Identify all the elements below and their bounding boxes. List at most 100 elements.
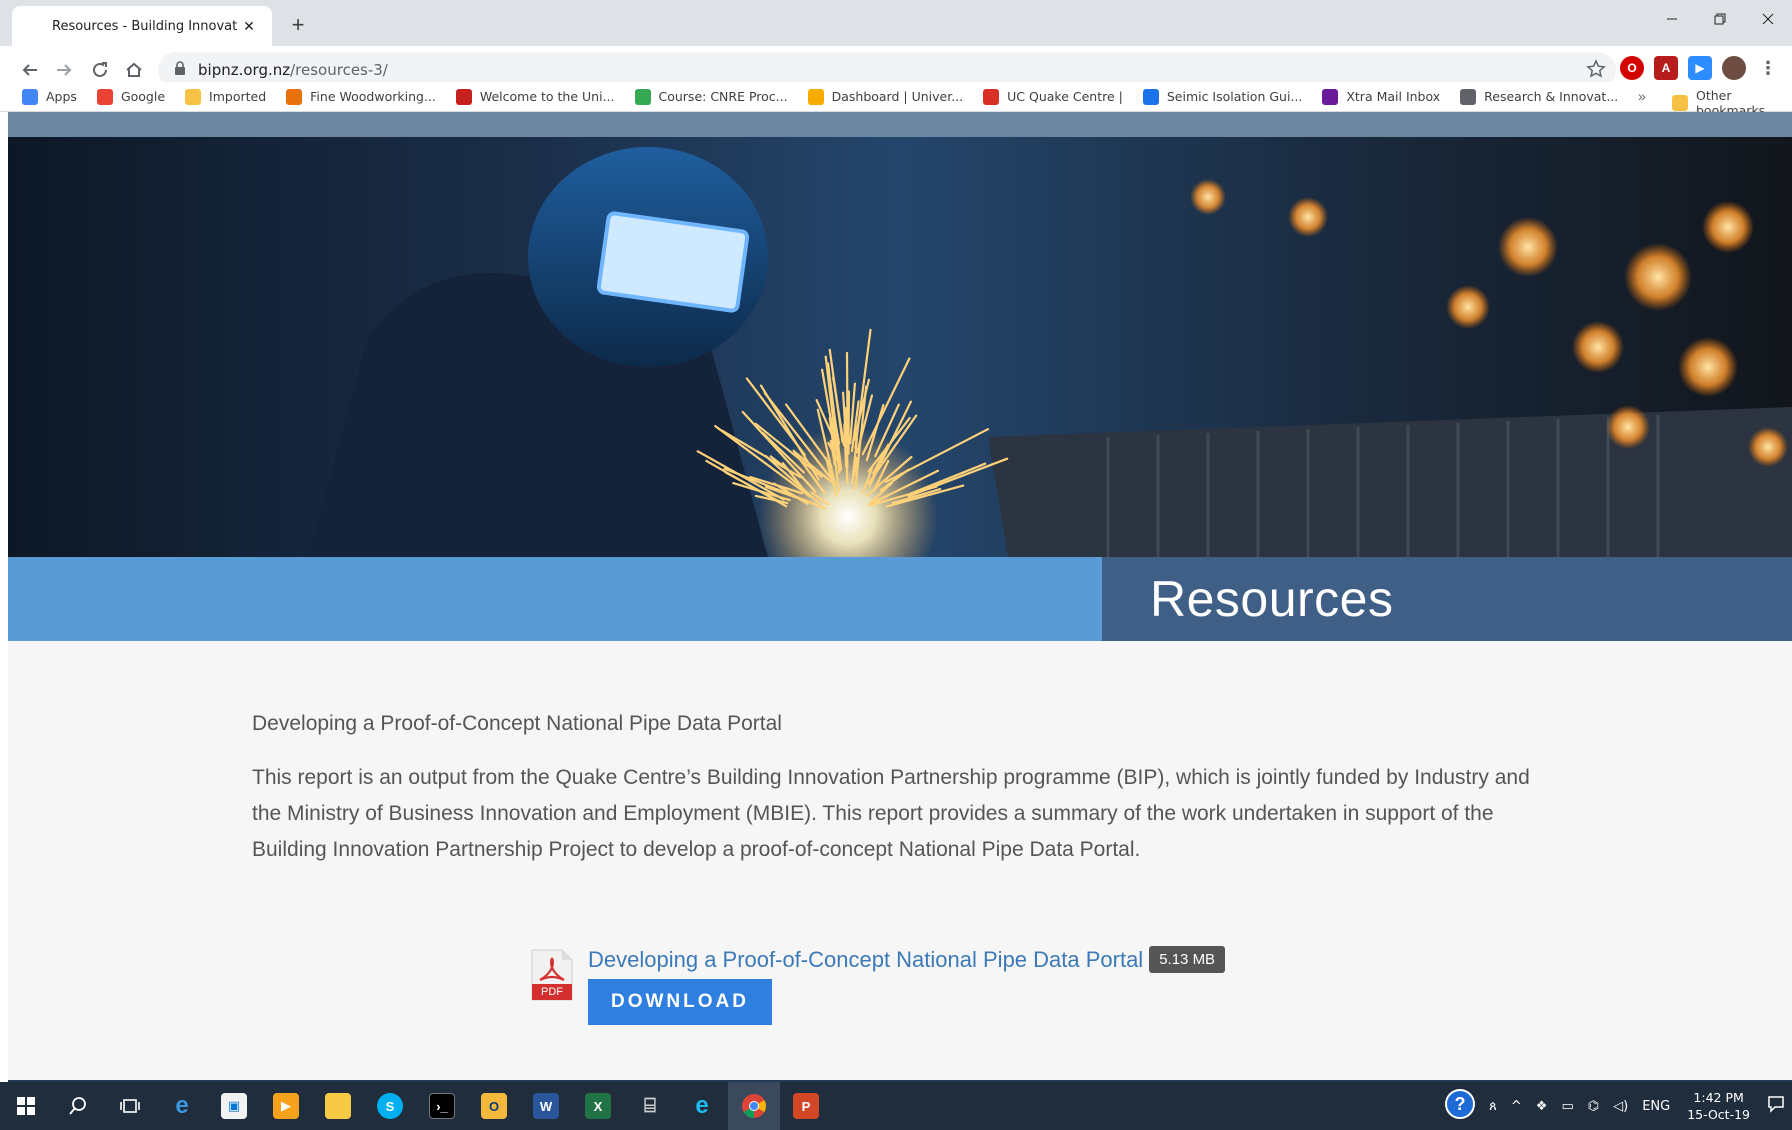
bookmark-favicon-icon: [455, 88, 472, 105]
banner-title-box: Resources: [1102, 557, 1792, 641]
skype-icon[interactable]: S: [364, 1082, 416, 1130]
download-file-link[interactable]: Developing a Proof-of-Concept National P…: [588, 947, 1143, 973]
bookmark-label: Welcome to the Uni...: [479, 89, 615, 104]
new-tab-button[interactable]: +: [284, 11, 312, 39]
restore-icon[interactable]: [1696, 4, 1744, 34]
bookmark-favicon-icon: [1322, 88, 1339, 105]
bookmark-label: Dashboard | Univer...: [831, 89, 964, 104]
home-icon[interactable]: [120, 56, 148, 84]
resource-content: Developing a Proof-of-Concept National P…: [252, 712, 1552, 868]
bookmark-favicon-icon: [634, 88, 651, 105]
banner-strip: [8, 557, 1102, 641]
notifications-icon[interactable]: [1767, 1095, 1785, 1117]
chrome-icon[interactable]: [728, 1082, 780, 1130]
bookmark-item[interactable]: Seimic Isolation Gui...: [1142, 88, 1303, 105]
terminal-icon[interactable]: ›_: [416, 1082, 468, 1130]
bookmark-favicon-icon: [185, 88, 202, 105]
bookmark-item[interactable]: Dashboard | Univer...: [807, 88, 964, 105]
menu-kebab-icon[interactable]: ⋮: [1756, 56, 1780, 80]
browser-tabstrip: Resources - Building Innovation P ✕ +: [0, 0, 1792, 46]
bookmark-label: Apps: [46, 89, 77, 104]
tab-favicon-icon: [26, 18, 42, 34]
download-item: PDF Developing a Proof-of-Concept Nation…: [530, 946, 1226, 1025]
bookmark-item[interactable]: Xtra Mail Inbox: [1322, 88, 1441, 105]
url-host: bipnz.org.nz: [198, 61, 291, 79]
word-icon[interactable]: W: [520, 1082, 572, 1130]
file-size-badge: 5.13 MB: [1149, 946, 1226, 973]
help-icon[interactable]: ?: [1445, 1089, 1476, 1123]
bookmark-label: UC Quake Centre |: [1007, 89, 1123, 104]
store-icon[interactable]: ▣: [208, 1082, 260, 1130]
reload-icon[interactable]: [86, 56, 114, 84]
bookmark-favicon-icon: [1460, 88, 1477, 105]
browser-tab-active[interactable]: Resources - Building Innovation P ✕: [12, 6, 272, 46]
chevron-up-icon[interactable]: ^: [1511, 1099, 1522, 1114]
hero-image-welder: [8, 137, 1792, 557]
bookmarks-overflow-icon[interactable]: »: [1638, 88, 1646, 104]
bookmark-label: Xtra Mail Inbox: [1346, 89, 1441, 104]
volume-icon[interactable]: ◁): [1613, 1099, 1628, 1114]
bookmark-label: Imported: [209, 89, 267, 104]
download-details: Developing a Proof-of-Concept National P…: [588, 946, 1226, 1025]
acrobat-extension-icon[interactable]: A: [1654, 56, 1678, 80]
file-explorer-icon[interactable]: [312, 1082, 364, 1130]
task-view-icon[interactable]: [104, 1082, 156, 1130]
system-clock[interactable]: 1:42 PM 15-Oct-19: [1687, 1089, 1750, 1123]
back-icon[interactable]: [16, 56, 44, 84]
outlook-icon[interactable]: O: [468, 1082, 520, 1130]
lock-icon: [174, 60, 186, 80]
edge-browser-icon[interactable]: e: [156, 1082, 208, 1130]
bookmark-favicon-icon: [807, 88, 824, 105]
url-path: /resources-3/: [290, 61, 388, 79]
profile-avatar-icon[interactable]: [1722, 56, 1746, 80]
people-icon[interactable]: ጰ: [1489, 1099, 1497, 1114]
window-controls: [1648, 4, 1792, 34]
bookmark-label: Seimic Isolation Gui...: [1166, 89, 1303, 104]
excel-icon[interactable]: X: [572, 1082, 624, 1130]
extension-icons: O A ▶ ⋮: [1620, 56, 1780, 80]
battery-icon[interactable]: ▭: [1561, 1099, 1573, 1114]
minimize-icon[interactable]: [1648, 4, 1696, 34]
bookmark-item[interactable]: Course: CNRE Proc...: [634, 88, 788, 105]
bookmark-favicon-icon: [22, 88, 38, 105]
bookmark-item[interactable]: Google: [96, 88, 165, 105]
bookmark-item[interactable]: UC Quake Centre |: [983, 88, 1123, 105]
bookmark-item[interactable]: Research & Innovat...: [1460, 88, 1619, 105]
bookmark-star-icon[interactable]: [1586, 59, 1606, 84]
system-tray: ? ጰ ^ ❖ ▭ ⌬ ◁) ENG 1:42 PM 15-Oct-19: [1438, 1082, 1792, 1130]
bookmark-item[interactable]: Imported: [185, 88, 267, 105]
download-title-row: Developing a Proof-of-Concept National P…: [588, 946, 1226, 973]
search-icon[interactable]: [52, 1082, 104, 1130]
clock-time: 1:42 PM: [1693, 1090, 1744, 1105]
bookmark-item[interactable]: Welcome to the Uni...: [455, 88, 615, 105]
download-button[interactable]: DOWNLOAD: [588, 979, 772, 1025]
bookmark-favicon-icon: [286, 88, 303, 105]
bookmarks-bar: Apps Google Imported Fine Woodworking... Wel…: [0, 82, 1792, 118]
bookmark-label: Research & Innovat...: [1484, 89, 1619, 104]
tab-close-icon[interactable]: ✕: [238, 15, 260, 37]
powerpoint-icon[interactable]: P: [780, 1082, 832, 1130]
spark-streak: [845, 351, 849, 444]
screen: Resources - Building Innovation P ✕ +: [0, 0, 1792, 1130]
windows-taskbar: e ▣ ▶ S ›_ O W X ⌸ e P ? ጰ ^ ❖ ▭ ⌬ ◁) EN…: [0, 1082, 1792, 1130]
site-top-band: [8, 112, 1792, 137]
bookmark-favicon-icon: [1142, 88, 1159, 105]
zoom-extension-icon[interactable]: ▶: [1688, 56, 1712, 80]
close-window-icon[interactable]: [1744, 4, 1792, 34]
bookmark-item[interactable]: Fine Woodworking...: [286, 88, 436, 105]
dropbox-icon[interactable]: ❖: [1536, 1099, 1548, 1114]
network-icon[interactable]: ⌬: [1588, 1099, 1599, 1114]
bookmark-favicon-icon: [96, 88, 113, 105]
structure-app-icon[interactable]: ⌸: [624, 1082, 676, 1130]
media-player-icon[interactable]: ▶: [260, 1082, 312, 1130]
opera-extension-icon[interactable]: O: [1620, 56, 1644, 80]
resource-heading: Developing a Proof-of-Concept National P…: [252, 712, 782, 735]
forward-icon[interactable]: [50, 56, 78, 84]
pdf-icon-label: PDF: [541, 986, 563, 998]
bookmark-item[interactable]: Apps: [22, 88, 77, 105]
tab-title: Resources - Building Innovation P: [52, 18, 238, 34]
clock-date: 15-Oct-19: [1687, 1107, 1750, 1122]
language-indicator[interactable]: ENG: [1642, 1099, 1670, 1114]
internet-explorer-icon[interactable]: e: [676, 1082, 728, 1130]
start-windows-icon[interactable]: [0, 1082, 52, 1130]
